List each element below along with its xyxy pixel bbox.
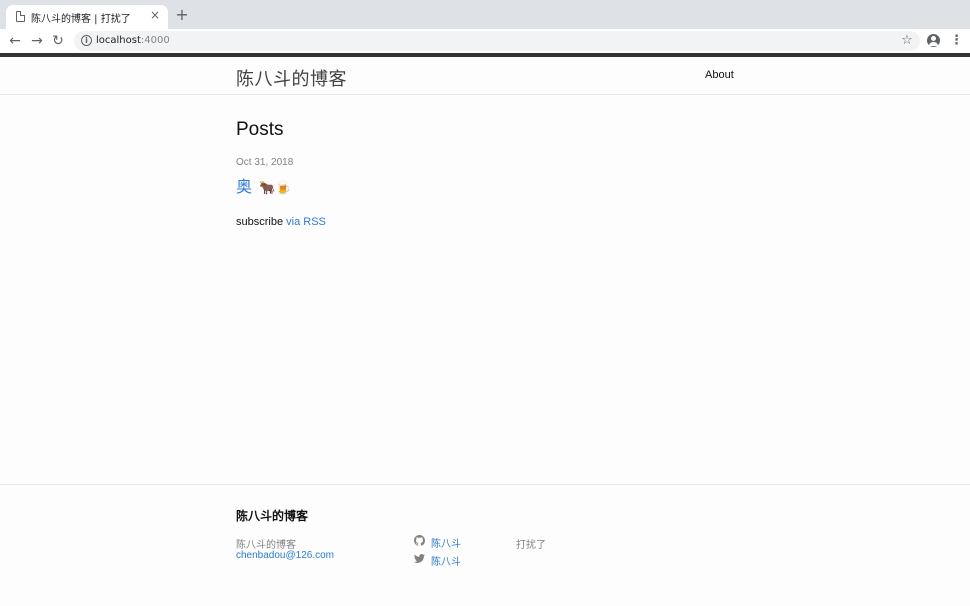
footer-email-link[interactable]: chenbadou@126.com <box>236 550 334 561</box>
url-text: localhost:4000 <box>96 35 170 46</box>
reload-icon[interactable]: ↻ <box>50 33 66 49</box>
forward-icon[interactable]: → <box>29 33 45 49</box>
post-date: Oct 31, 2018 <box>236 157 294 168</box>
subscribe-text: subscribe via RSS <box>236 216 326 228</box>
info-icon[interactable]: i <box>81 35 92 46</box>
browser-tab-strip: 陈八斗的博客 | 打扰了 × + <box>0 0 970 29</box>
address-bar[interactable]: i localhost:4000 <box>74 31 920 51</box>
back-icon[interactable]: ← <box>7 33 23 49</box>
footer-name: 陈八斗的博客 <box>236 540 296 551</box>
posts-heading: Posts <box>236 119 284 140</box>
browser-toolbar: ← → ↻ i localhost:4000 <box>0 29 970 53</box>
site-title[interactable]: 陈八斗的博客 <box>236 65 347 91</box>
footer-heading: 陈八斗的博客 <box>236 509 309 523</box>
tab-title: 陈八斗的博客 | 打扰了 <box>31 14 131 25</box>
twitter-social-item: 陈八斗 <box>414 553 494 568</box>
close-icon[interactable]: × <box>148 8 162 22</box>
subscribe-prefix: subscribe <box>236 216 284 228</box>
post-title: 奥 <box>236 177 253 196</box>
page-icon <box>16 11 25 22</box>
url-host: localhost <box>96 35 141 46</box>
star-icon[interactable]: ☆ <box>900 33 914 47</box>
menu-icon[interactable]: ⋮ <box>950 34 963 47</box>
plus-icon[interactable]: + <box>175 7 189 23</box>
footer-description: 打扰了 <box>516 540 546 551</box>
account-icon[interactable] <box>927 34 940 47</box>
browser-tab[interactable]: 陈八斗的博客 | 打扰了 × <box>6 5 168 29</box>
github-link[interactable]: 陈八斗 <box>431 535 461 550</box>
site-footer: 陈八斗的博客 陈八斗的博客 chenbadou@126.com 陈八斗 陈八斗 … <box>0 484 970 606</box>
github-icon <box>414 535 425 546</box>
twitter-link[interactable]: 陈八斗 <box>431 553 461 568</box>
github-social-item: 陈八斗 <box>414 535 494 550</box>
twitter-icon <box>414 554 425 563</box>
nav-about-link[interactable]: About <box>705 69 734 81</box>
url-port: :4000 <box>140 35 170 46</box>
site-header: 陈八斗的博客 About <box>0 57 970 95</box>
post-emoji: 🐂🍺 <box>259 181 292 196</box>
post-title-link[interactable]: 奥 🐂🍺 <box>236 173 291 197</box>
rss-link[interactable]: via RSS <box>286 216 326 228</box>
